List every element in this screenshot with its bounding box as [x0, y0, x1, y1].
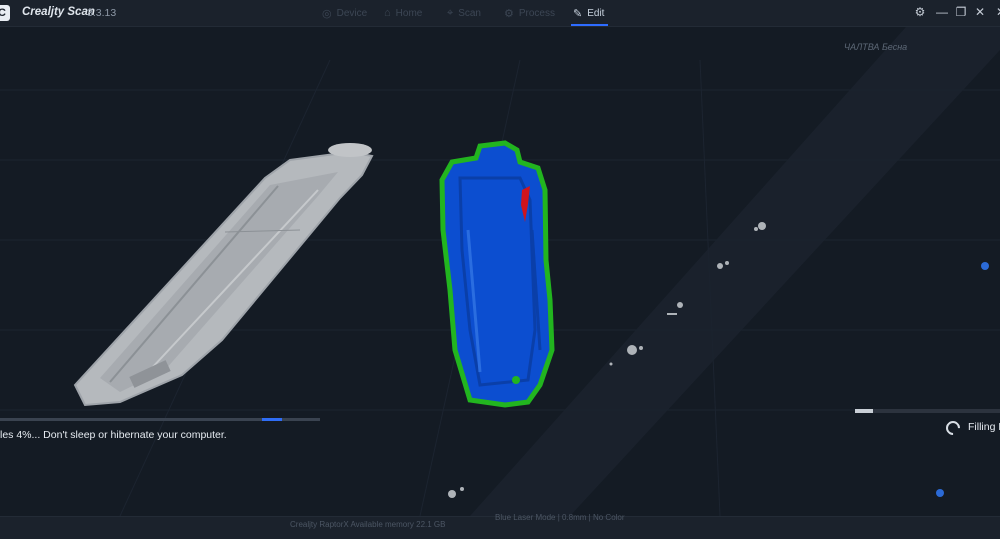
blue-markers: [936, 262, 989, 497]
nav-device[interactable]: ◎ Device: [322, 0, 367, 26]
edit-icon: ✎: [573, 7, 583, 20]
minimize-button[interactable]: —: [934, 4, 950, 20]
nav-home[interactable]: ⌂ Home: [384, 0, 422, 26]
3d-viewport[interactable]: [0, 27, 1000, 516]
viewport-axis-label: ЧАЛТВА Бесна: [844, 42, 908, 52]
nav-device-label: Device: [336, 7, 368, 19]
progress-fill: [262, 418, 282, 421]
restore-button[interactable]: ❐: [953, 4, 969, 20]
nav-process-label: Process: [518, 7, 555, 19]
close-button[interactable]: ✕: [972, 4, 988, 20]
filling-holes-label: Filling H: [968, 421, 1000, 433]
app-logo: C: [0, 5, 10, 21]
nav-process[interactable]: ⚙ Process: [504, 0, 555, 26]
nav-scan[interactable]: ⌖ Scan: [447, 0, 481, 26]
title-bar: [0, 0, 1000, 27]
nav-edit[interactable]: ✎ Edit: [570, 0, 609, 26]
progress-message: les 4%... Don't sleep or hibernate your …: [0, 429, 227, 441]
app-version: 3.3.13: [87, 7, 117, 19]
camera-icon: ◎: [322, 7, 332, 20]
selected-scan-model: [439, 140, 555, 408]
nav-scan-label: Scan: [458, 7, 481, 19]
app-name: Crealjty Scan: [22, 6, 95, 18]
nav-edit-label: Edit: [587, 7, 605, 19]
process-icon: ⚙: [504, 7, 514, 20]
close-icon-extra[interactable]: ✕: [993, 4, 1000, 20]
settings-icon[interactable]: ⚙: [912, 4, 928, 20]
device-memory-info: Crealjty RaptorX Available memory 22.1 G…: [290, 520, 446, 529]
gray-scan-model: [73, 143, 374, 407]
nav-home-label: Home: [395, 7, 423, 19]
scan-mode-info: Blue Laser Mode | 0.8mm | No Color: [495, 513, 625, 522]
secondary-progress-track: [855, 409, 1000, 413]
secondary-progress-fill: [855, 409, 873, 413]
scan-icon: ⌖: [447, 6, 454, 19]
home-icon: ⌂: [384, 7, 391, 19]
